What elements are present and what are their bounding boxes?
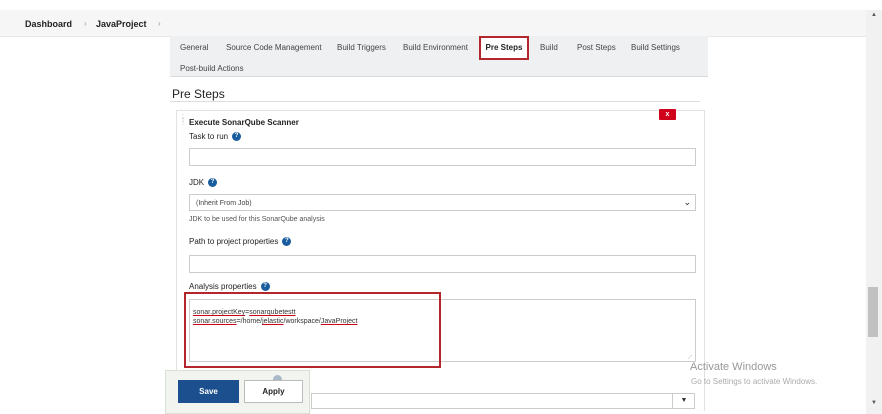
breadcrumb-javaproject[interactable]: JavaProject: [96, 19, 147, 29]
path-label: Path to project properties?: [189, 237, 292, 247]
tab-build-environment[interactable]: Build Environment: [403, 43, 468, 52]
jdk-select[interactable]: (Inherit From Job) ⌄: [189, 194, 696, 211]
apply-button[interactable]: Apply: [244, 380, 303, 403]
task-input[interactable]: [189, 148, 696, 166]
save-button[interactable]: Save: [178, 380, 239, 403]
help-icon[interactable]: ?: [208, 178, 218, 188]
scroll-down-icon[interactable]: ▼: [866, 400, 882, 410]
tab-pre-steps[interactable]: Pre Steps: [479, 36, 529, 60]
builder-title: Execute SonarQube Scanner: [189, 118, 299, 127]
help-icon[interactable]: ?: [232, 132, 242, 142]
scrollbar-thumb[interactable]: [868, 287, 878, 337]
jdk-label-text: JDK: [189, 178, 205, 187]
analysis-label: Analysis properties?: [189, 282, 270, 292]
tab-build-triggers[interactable]: Build Triggers: [337, 43, 386, 52]
jdk-label: JDK?: [189, 178, 218, 188]
task-label-text: Task to run: [189, 132, 229, 141]
analysis-label-text: Analysis properties: [189, 282, 257, 291]
help-icon[interactable]: ?: [282, 237, 292, 247]
tab-build[interactable]: Build: [540, 43, 558, 52]
tab-build-settings[interactable]: Build Settings: [631, 43, 680, 52]
activate-windows-subtitle: Go to Settings to activate Windows.: [691, 377, 818, 386]
breadcrumb-separator: ›: [84, 19, 87, 28]
path-label-text: Path to project properties: [189, 237, 279, 246]
additional-select[interactable]: [311, 393, 695, 409]
jdk-select-value: (Inherit From Job): [196, 200, 252, 207]
tab-general[interactable]: General: [180, 43, 208, 52]
help-icon[interactable]: ?: [260, 282, 270, 292]
jdk-description: JDK to be used for this SonarQube analys…: [189, 216, 325, 223]
drag-handle-icon[interactable]: ⋮ ⋮: [179, 114, 187, 128]
section-divider: [170, 101, 700, 102]
highlight-box: [184, 292, 441, 368]
breadcrumb-separator: ›: [158, 19, 161, 28]
chevron-down-icon: ⌄: [683, 197, 691, 207]
section-title: Pre Steps: [172, 87, 225, 101]
tab-post-build-actions[interactable]: Post-build Actions: [180, 64, 244, 73]
task-label: Task to run?: [189, 132, 242, 142]
dropdown-arrow-icon[interactable]: ▼: [672, 394, 695, 408]
tab-source-code-management[interactable]: Source Code Management: [226, 43, 322, 52]
breadcrumb-dashboard[interactable]: Dashboard: [25, 19, 72, 29]
path-input[interactable]: [189, 255, 696, 273]
scroll-up-icon[interactable]: ▲: [866, 12, 882, 22]
delete-builder-button[interactable]: x: [659, 109, 676, 120]
activate-windows-title: Activate Windows: [690, 361, 777, 373]
tab-post-steps[interactable]: Post Steps: [577, 43, 616, 52]
page-scrollbar[interactable]: [866, 10, 882, 414]
